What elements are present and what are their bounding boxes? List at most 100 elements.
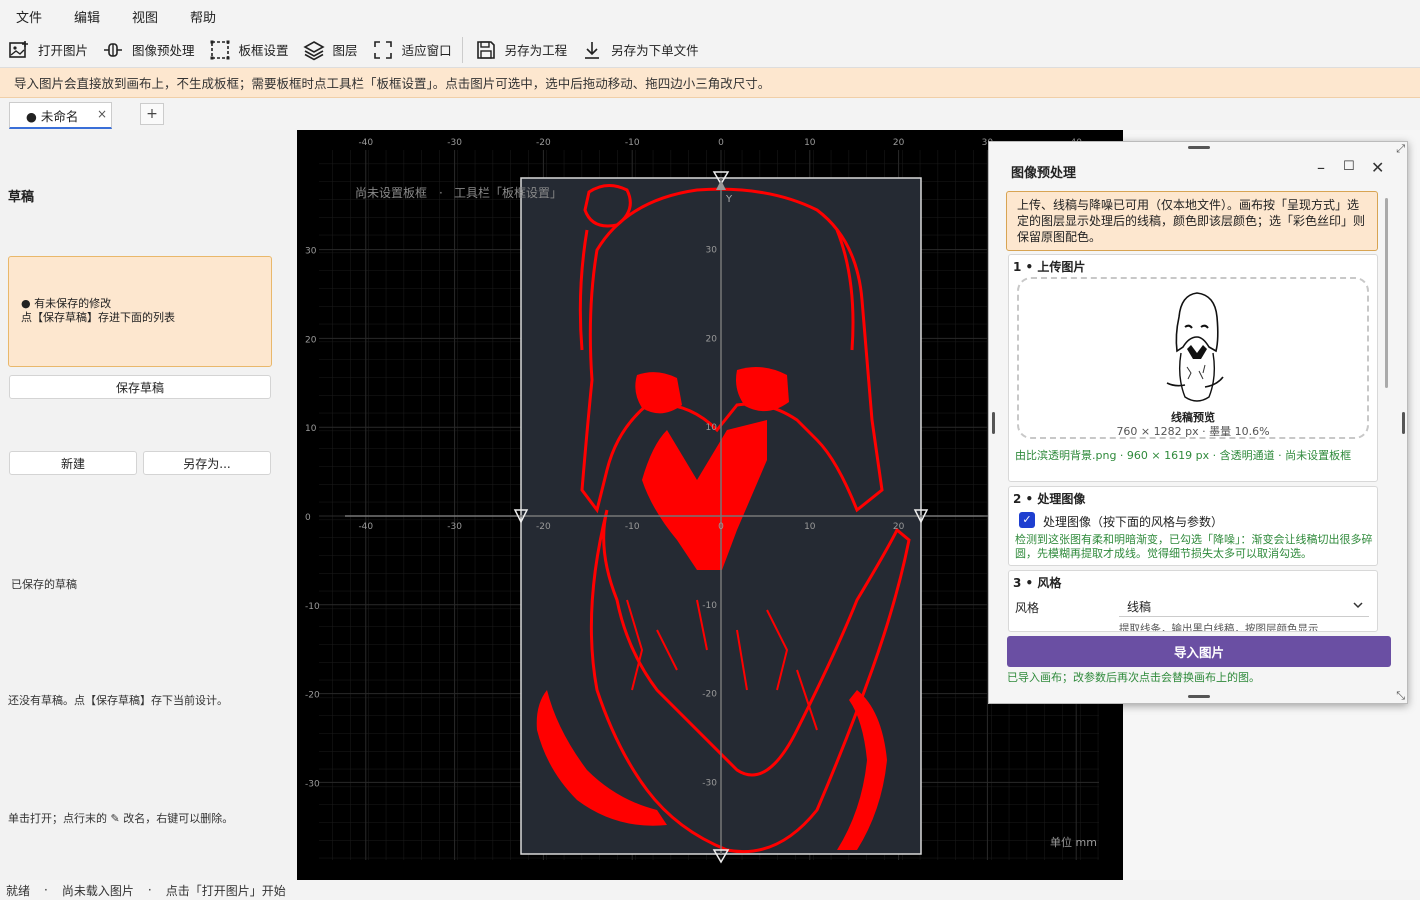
y-axis-tick: -30 — [702, 778, 717, 788]
style-select[interactable]: 线稿 — [1119, 593, 1369, 617]
drag-handle-left[interactable] — [992, 412, 995, 434]
left-ruler-tick: -30 — [305, 779, 320, 789]
drag-handle-top[interactable] — [1188, 146, 1210, 149]
style-label: 风格 — [1015, 601, 1040, 615]
save-as-button[interactable]: 另存为... — [143, 451, 271, 475]
import-status: 已导入画布；改参数后再次点击会替换画布上的图。 — [1007, 671, 1260, 684]
left-ruler-tick: 30 — [305, 247, 317, 257]
top-ruler-tick: -40 — [358, 138, 373, 148]
save-draft-button[interactable]: 保存草稿 — [9, 375, 271, 399]
status-bar: 就绪 · 尚未载入图片 · 点击「打开图片」开始 — [0, 880, 1420, 900]
layers-icon — [302, 40, 325, 60]
unsaved-line2: 点【保存草稿】存进下面的列表 — [21, 311, 175, 324]
toolbar: 打开图片 图像预处理 板框设置 图层 适应窗口 另存为工程 另存为下单文件 — [0, 32, 1420, 68]
tab-bar: ● 未命名 × + — [0, 98, 1420, 130]
process-checkbox[interactable]: ✓ — [1019, 512, 1035, 528]
empty-drafts-hint: 还没有草稿。点【保存草稿】存下当前设计。 — [8, 694, 228, 707]
preview-info: 760 × 1282 px · 墨量 10.6% — [1116, 425, 1270, 438]
scrollbar[interactable] — [1385, 198, 1388, 388]
style-note: 提取线条，输出黑白线稿，按图层颜色显示 — [1119, 623, 1319, 632]
style-section: 3 • 风格 风格 线稿 提取线条，输出黑白线稿，按图层颜色显示 — [1008, 570, 1378, 632]
chevron-down-icon — [1353, 602, 1363, 609]
drag-handle-bottom[interactable] — [1188, 695, 1210, 698]
save-project-button[interactable]: 另存为工程 — [469, 34, 574, 66]
process-section: 2 • 处理图像 ✓ 处理图像（按下面的风格与参数） 检测到这张图有柔和明暗渐变… — [1008, 486, 1378, 566]
menu-bar: 文件 编辑 视图 帮助 — [0, 0, 1420, 32]
layers-button[interactable]: 图层 — [297, 34, 364, 66]
menu-help[interactable]: 帮助 — [174, 7, 232, 26]
y-axis-label: Y — [725, 194, 733, 205]
frame-hint: 尚未设置板框 — [355, 186, 427, 200]
style-select-value: 线稿 — [1127, 600, 1152, 614]
export-order-icon — [585, 41, 600, 59]
left-ruler-tick: 20 — [305, 335, 317, 345]
top-ruler-tick: -20 — [536, 138, 551, 148]
drag-handle-right[interactable] — [1402, 412, 1405, 434]
upload-section: 1 • 上传图片 线稿预览 760 × 1282 px · 墨量 10.6% 由… — [1008, 254, 1378, 482]
upload-dropzone[interactable]: 线稿预览 760 × 1282 px · 墨量 10.6% — [1017, 277, 1369, 439]
y-axis-tick: 30 — [706, 246, 718, 256]
process-note: 检测到这张图有柔和明暗渐变，已勾选「降噪」：渐变会让线稿切出很多碎圆，先模糊再提… — [1015, 533, 1373, 560]
x-axis-tick: 20 — [893, 522, 905, 532]
top-ruler-tick: -10 — [625, 138, 640, 148]
resize-corner-icon[interactable]: ⤢ — [1396, 142, 1405, 156]
upload-section-title: 1 • 上传图片 — [1013, 260, 1086, 274]
preprocess-icon — [104, 42, 123, 57]
saved-drafts-label: 已保存的草稿 — [11, 578, 77, 591]
left-ruler-tick: 0 — [305, 513, 311, 523]
unit-label: 单位 mm — [1050, 835, 1097, 849]
frame-settings-button[interactable]: 板框设置 — [203, 34, 295, 66]
status-no-image: 尚未载入图片 — [61, 883, 134, 898]
info-banner: 导入图片会直接放到画布上，不生成板框；需要板框时点工具栏「板框设置」。点击图片可… — [0, 68, 1420, 98]
export-order-button[interactable]: 另存为下单文件 — [575, 34, 705, 66]
drafts-usage-hint: 单击打开；点行末的 ✎ 改名，右键可以删除。 — [8, 812, 234, 825]
y-axis-tick: -20 — [702, 690, 717, 700]
maximize-icon[interactable]: ☐ — [1343, 159, 1355, 174]
open-image-button[interactable]: 打开图片 — [2, 34, 94, 66]
import-image-button[interactable]: 导入图片 — [1007, 636, 1391, 667]
top-ruler-tick: -30 — [447, 138, 462, 148]
x-axis-tick: -30 — [447, 522, 462, 532]
tab-close-icon[interactable]: × — [97, 107, 107, 121]
unsaved-changes-box: ● 有未保存的修改 点【保存草稿】存进下面的列表 — [8, 256, 272, 367]
x-axis-tick: 10 — [804, 522, 816, 532]
status-sep-2: · — [147, 883, 152, 897]
save-project-icon — [476, 40, 495, 59]
y-axis-tick: 10 — [706, 423, 718, 433]
minimize-icon[interactable]: – — [1317, 158, 1325, 177]
menu-view[interactable]: 视图 — [116, 7, 174, 26]
y-axis-tick: 20 — [706, 334, 718, 344]
process-section-title: 2 • 处理图像 — [1013, 492, 1086, 506]
process-checkbox-label: 处理图像（按下面的风格与参数） — [1043, 515, 1224, 529]
tab-untitled[interactable]: ● 未命名 × — [9, 102, 112, 129]
dialog-note: 上传、线稿与降噪已可用（仅本地文件）。画布按「呈现方式」选定的图层显示处理后的线… — [1006, 191, 1378, 251]
menu-file[interactable]: 文件 — [0, 7, 58, 26]
lineart-preview-thumb — [1161, 287, 1231, 407]
top-ruler-tick: 20 — [893, 138, 905, 148]
add-tab-button[interactable]: + — [140, 103, 164, 125]
fit-window-button[interactable]: 适应窗口 — [366, 34, 458, 66]
preprocess-dialog: 图像预处理 – ☐ ✕ 上传、线稿与降噪已可用（仅本地文件）。画布按「呈现方式」… — [988, 141, 1408, 704]
tab-label: ● 未命名 — [26, 108, 79, 124]
top-ruler-tick: 10 — [804, 138, 816, 148]
x-axis-tick: -20 — [536, 522, 551, 532]
x-axis-tick: 0 — [718, 522, 724, 532]
close-icon[interactable]: ✕ — [1371, 158, 1384, 177]
status-sep-1: · — [44, 883, 48, 897]
menu-edit[interactable]: 编辑 — [58, 7, 116, 26]
style-section-title: 3 • 风格 — [1013, 576, 1062, 590]
resize-corner-bottom-icon[interactable]: ⤡ — [1396, 689, 1405, 703]
frame-settings-icon — [210, 40, 230, 59]
y-axis-tick: -10 — [702, 601, 717, 611]
status-ready: 就绪 — [6, 883, 31, 898]
x-axis-tick: -40 — [358, 522, 373, 532]
preprocess-button[interactable]: 图像预处理 — [96, 34, 201, 66]
dialog-title: 图像预处理 — [1011, 166, 1077, 181]
status-hint: 点击「打开图片」开始 — [165, 883, 286, 898]
new-button[interactable]: 新建 — [9, 451, 137, 475]
frame-hint-sep: · — [439, 186, 443, 200]
fit-window-icon — [373, 40, 392, 59]
frame-hint2: 工具栏「板框设置」 — [454, 185, 562, 200]
left-ruler-tick: 10 — [305, 424, 317, 434]
toolbar-divider — [461, 36, 463, 63]
